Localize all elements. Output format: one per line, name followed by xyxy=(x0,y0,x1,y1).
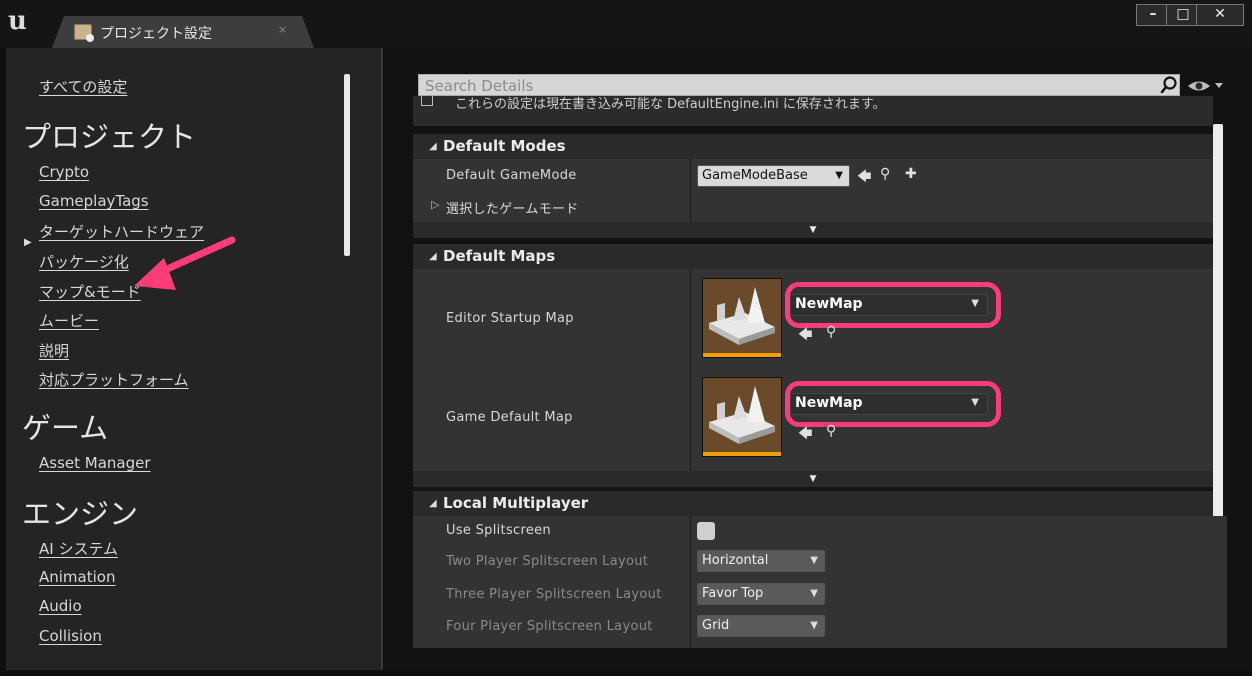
chevron-down-icon: ▼ xyxy=(810,620,818,631)
column-divider xyxy=(690,269,691,471)
nav-all-settings[interactable]: すべての設定 xyxy=(39,76,127,97)
dropdown-value: Horizontal xyxy=(702,553,769,568)
sidebar-scrollbar[interactable] xyxy=(344,74,350,256)
map-icon xyxy=(709,287,775,345)
map-icon xyxy=(709,386,775,444)
tree-expand-icon[interactable]: ▷ xyxy=(431,198,440,211)
config-notice-text: これらの設定は現在書き込み可能な DefaultEngine.ini に保存され… xyxy=(455,97,886,112)
collapse-icon: ◢ xyxy=(429,141,437,152)
editor-startup-map-label: Editor Startup Map xyxy=(446,311,574,326)
three-player-layout-label: Three Player Splitscreen Layout xyxy=(446,587,662,602)
asset-type-bar xyxy=(703,353,781,357)
tab-close-icon[interactable]: × xyxy=(278,23,287,36)
annotation-arrow-icon xyxy=(134,236,236,290)
column-divider xyxy=(690,159,691,222)
expand-down-icon: ▼ xyxy=(809,474,817,484)
section-local-multiplayer-header[interactable]: ◢ Local Multiplayer xyxy=(413,491,1213,516)
section-default-maps-header[interactable]: ◢ Default Maps xyxy=(413,244,1213,269)
nav-packaging[interactable]: パッケージ化 xyxy=(39,251,129,272)
category-project: プロジェクト xyxy=(22,120,197,154)
close-button[interactable]: ✕ xyxy=(1196,4,1244,26)
default-gamemode-label: Default GameMode xyxy=(446,168,577,183)
advanced-expander[interactable]: ▼ xyxy=(413,222,1213,238)
expand-down-icon: ▼ xyxy=(809,225,817,235)
nav-movies[interactable]: ムービー xyxy=(39,310,99,331)
collapse-icon: ◢ xyxy=(429,498,437,509)
use-splitscreen-checkbox[interactable] xyxy=(697,522,715,540)
search-icon[interactable] xyxy=(1160,76,1178,94)
visibility-eye-icon[interactable] xyxy=(1186,76,1226,96)
chevron-down-icon: ▼ xyxy=(810,588,818,599)
column-divider xyxy=(690,516,691,648)
browse-icon[interactable]: ⚲ xyxy=(826,324,836,340)
use-selected-arrow-icon[interactable]: 🡄 xyxy=(798,324,812,348)
browse-icon[interactable]: ⚲ xyxy=(880,166,890,182)
settings-icon xyxy=(74,24,94,42)
three-player-layout-dropdown[interactable]: Favor Top ▼ xyxy=(697,583,825,605)
dropdown-value: Favor Top xyxy=(702,586,764,601)
tab-label: プロジェクト設定 xyxy=(100,26,212,42)
chevron-down-icon: ▼ xyxy=(835,170,843,181)
unreal-logo-icon[interactable]: u xyxy=(8,6,38,36)
details-scrollbar[interactable] xyxy=(1213,124,1223,520)
nav-animation[interactable]: Animation xyxy=(39,568,115,586)
two-player-layout-label: Two Player Splitscreen Layout xyxy=(446,554,649,569)
nav-ai-system[interactable]: AI システム xyxy=(39,538,118,559)
section-default-modes-header[interactable]: ◢ Default Modes xyxy=(413,134,1213,159)
section-title: Local Multiplayer xyxy=(443,494,589,512)
default-gamemode-dropdown[interactable]: GameModeBase ▼ xyxy=(697,165,850,187)
game-default-map-label: Game Default Map xyxy=(446,410,573,425)
dropdown-value: GameModeBase xyxy=(702,168,808,183)
chevron-down-icon: ▼ xyxy=(810,555,818,566)
asset-type-bar xyxy=(703,452,781,456)
splitter[interactable] xyxy=(381,48,383,670)
file-icon xyxy=(421,96,433,106)
dropdown-value: Grid xyxy=(702,618,730,633)
search-placeholder: Search Details xyxy=(425,77,534,95)
maximize-button[interactable]: □ xyxy=(1166,4,1200,26)
use-selected-arrow-icon[interactable]: 🡄 xyxy=(798,423,812,447)
use-selected-arrow-icon[interactable]: 🡄 xyxy=(857,166,871,190)
nav-asset-manager[interactable]: Asset Manager xyxy=(39,454,151,472)
advanced-expander[interactable]: ▼ xyxy=(413,471,1213,487)
nav-description[interactable]: 説明 xyxy=(39,340,69,361)
four-player-layout-dropdown[interactable]: Grid ▼ xyxy=(697,615,825,637)
title-bar: u プロジェクト設定 × – □ ✕ xyxy=(0,0,1252,48)
editor-startup-map-thumbnail[interactable] xyxy=(702,278,782,358)
annotation-highlight xyxy=(785,282,1001,328)
category-game: ゲーム xyxy=(22,411,109,445)
section-title: Default Maps xyxy=(443,247,556,265)
annotation-highlight xyxy=(785,381,1001,427)
minimize-button[interactable]: – xyxy=(1136,4,1170,26)
game-default-map-thumbnail[interactable] xyxy=(702,377,782,457)
tab-project-settings[interactable]: プロジェクト設定 × xyxy=(52,16,314,48)
nav-gameplaytags[interactable]: GameplayTags xyxy=(39,192,149,210)
four-player-layout-label: Four Player Splitscreen Layout xyxy=(446,619,653,634)
nav-collision[interactable]: Collision xyxy=(39,627,102,645)
add-icon[interactable]: ✚ xyxy=(905,166,917,182)
config-notice-bar: これらの設定は現在書き込み可能な DefaultEngine.ini に保存され… xyxy=(413,96,1213,126)
browse-icon[interactable]: ⚲ xyxy=(826,423,836,439)
search-input[interactable]: Search Details xyxy=(418,74,1180,96)
nav-supported-platforms[interactable]: 対応プラットフォーム xyxy=(39,369,189,390)
nav-crypto[interactable]: Crypto xyxy=(39,163,89,181)
use-splitscreen-label: Use Splitscreen xyxy=(446,523,551,538)
nav-audio[interactable]: Audio xyxy=(39,597,82,615)
two-player-layout-dropdown[interactable]: Horizontal ▼ xyxy=(697,550,825,572)
selected-gamemode-label[interactable]: 選択したゲームモード xyxy=(446,198,579,217)
category-engine: エンジン xyxy=(22,497,139,531)
section-title: Default Modes xyxy=(443,137,566,155)
collapse-icon: ◢ xyxy=(429,251,437,262)
expand-icon[interactable]: ▶ xyxy=(24,237,32,248)
